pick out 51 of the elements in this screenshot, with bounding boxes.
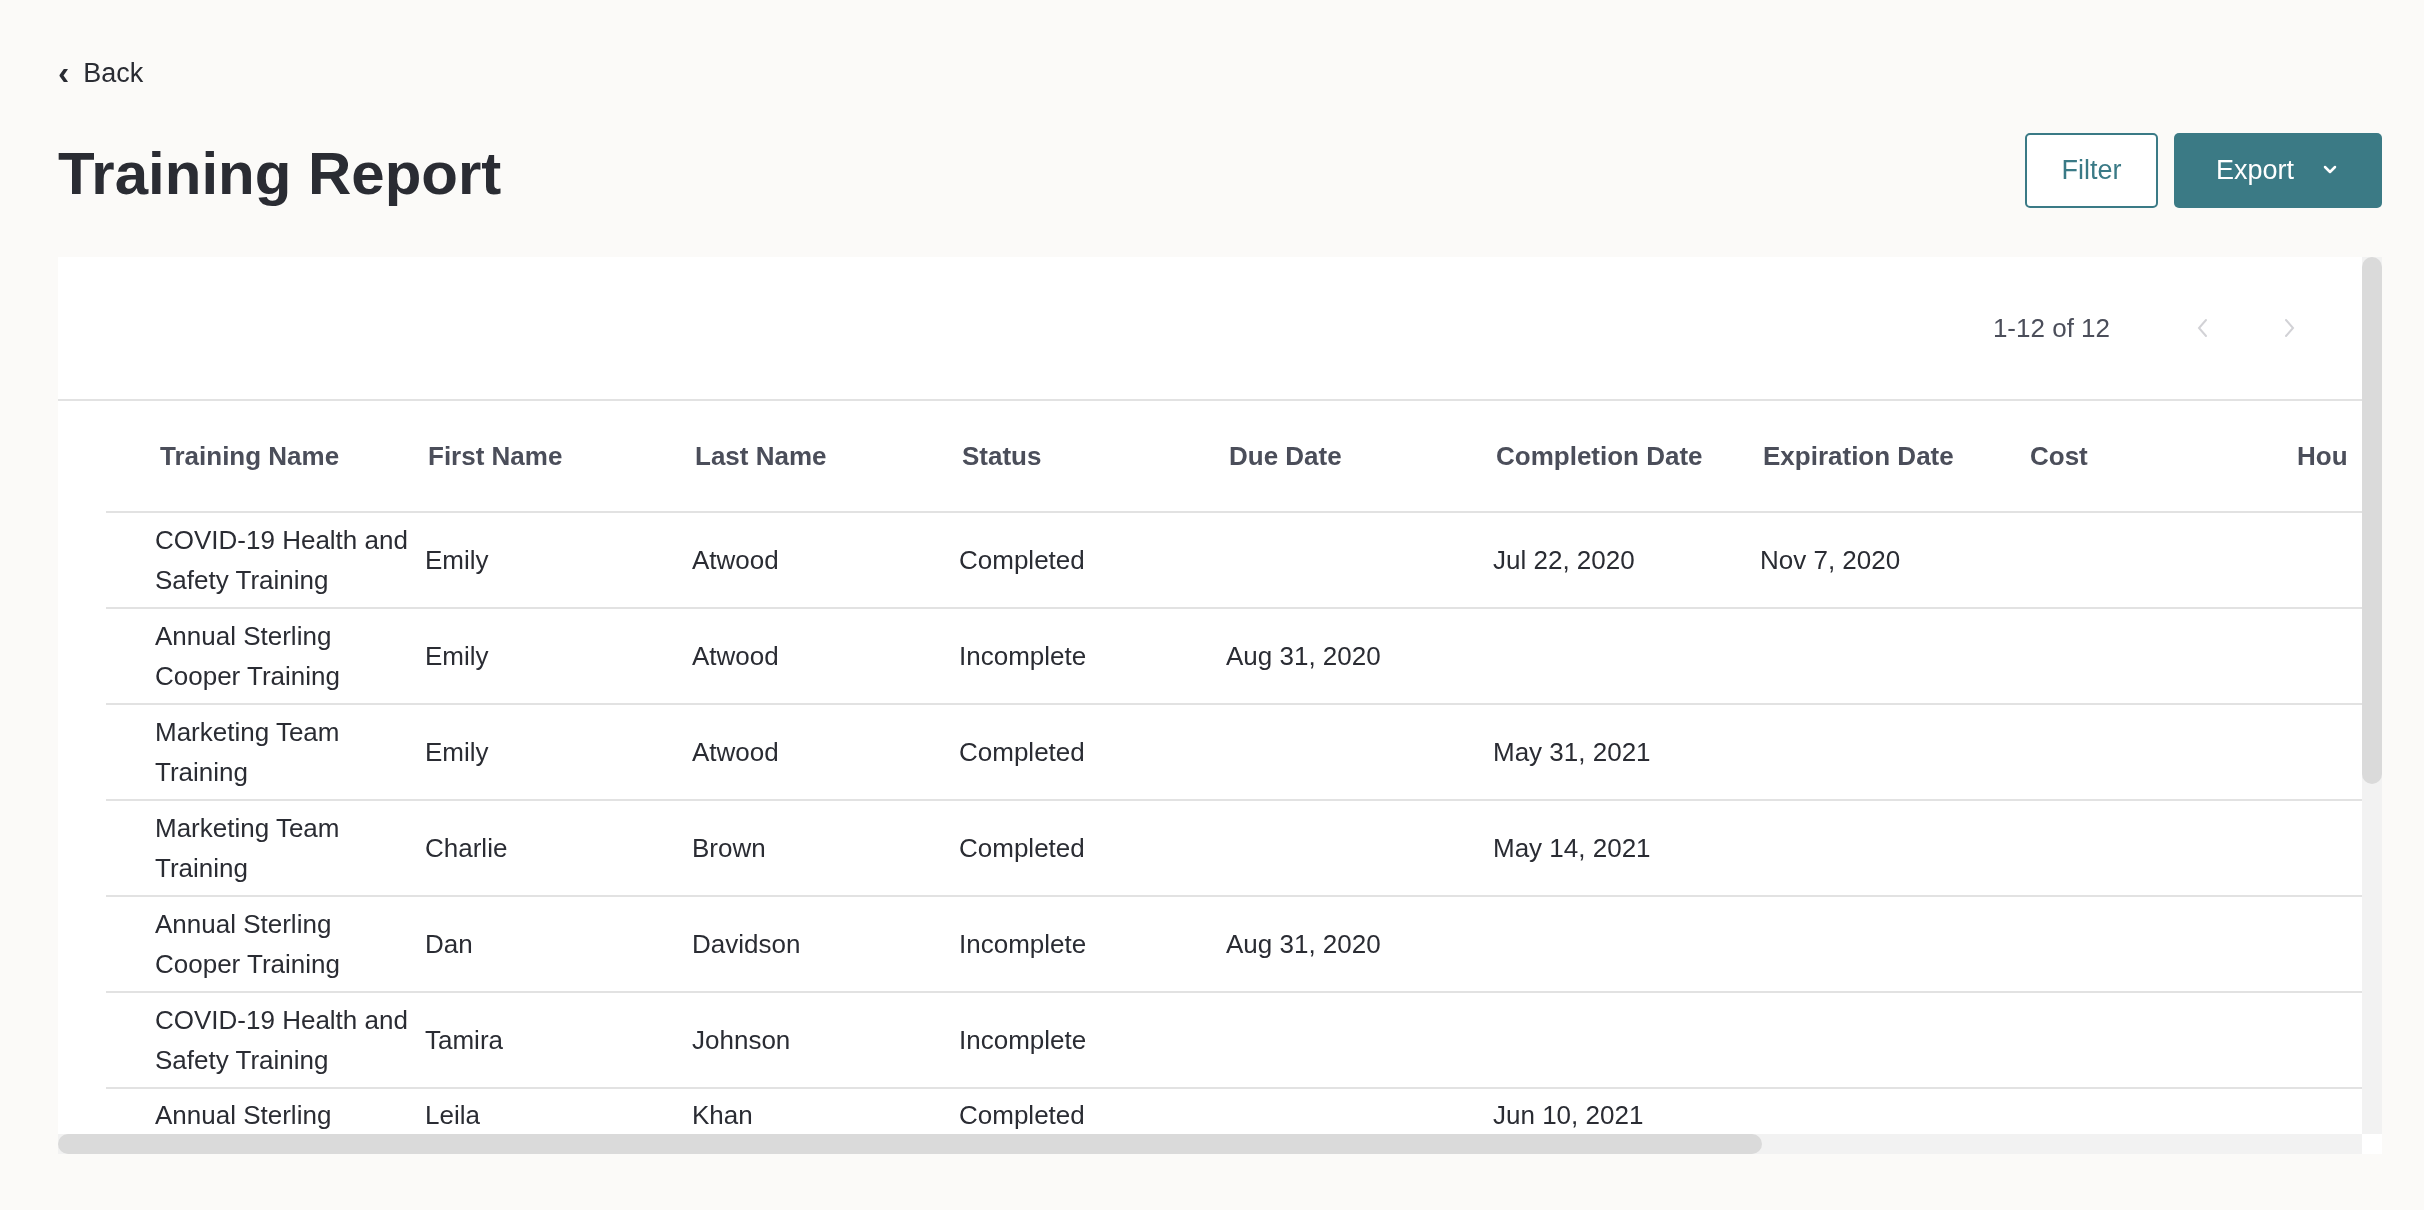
table-cell-text: COVID-19 Health and Safety Training — [155, 1004, 409, 1077]
column-header[interactable]: Completion Date — [1493, 440, 1760, 472]
table-cell: Emily — [425, 737, 489, 767]
table-cell: Dan — [425, 929, 473, 959]
table-cell-text: COVID-19 Health and Safety Training — [155, 524, 409, 597]
column-header[interactable]: Hou — [2294, 440, 2362, 472]
table-cell: Davidson — [692, 929, 801, 959]
table-cell: Incomplete — [959, 641, 1087, 671]
table-cell: Brown — [692, 833, 766, 863]
column-header[interactable]: Training Name — [106, 440, 425, 472]
column-header[interactable]: Status — [959, 440, 1226, 472]
table-cell: Atwood — [692, 641, 779, 671]
table-cell: Leila — [425, 1100, 480, 1130]
table-cell: Johnson — [692, 1025, 791, 1055]
table-cell: May 31, 2021 — [1493, 737, 1651, 767]
table-cell: Charlie — [425, 833, 508, 863]
table-cell: Atwood — [692, 737, 779, 767]
table-cell: Completed — [959, 1100, 1085, 1130]
column-header[interactable]: Due Date — [1226, 440, 1493, 472]
table-cell: Jun 10, 2021 — [1493, 1100, 1644, 1130]
table-cell: Aug 31, 2020 — [1226, 641, 1381, 671]
table-cell: Completed — [959, 737, 1085, 767]
table-cell-text: Annual Sterling — [155, 1099, 333, 1132]
table-cell: Incomplete — [959, 1025, 1087, 1055]
table-cell: Emily — [425, 545, 489, 575]
table-cell-text: Marketing Team Training — [155, 812, 341, 885]
column-header[interactable]: First Name — [425, 440, 692, 472]
table-cell-text: Marketing Team Training — [155, 716, 341, 789]
table-cell: Aug 31, 2020 — [1226, 929, 1381, 959]
table-cell-text: Annual Sterling Cooper Training — [155, 620, 341, 693]
table-cell: Completed — [959, 545, 1085, 575]
horizontal-scrollbar[interactable] — [58, 1134, 2362, 1154]
column-header[interactable]: Cost — [2027, 440, 2294, 472]
vertical-scrollbar[interactable] — [2362, 257, 2382, 1134]
table-cell: Jul 22, 2020 — [1493, 545, 1635, 575]
table-cell-text: Annual Sterling Cooper Training — [155, 908, 341, 981]
page-title: Training Report — [58, 138, 502, 208]
column-header[interactable]: Last Name — [692, 440, 959, 472]
table-cell: Incomplete — [959, 929, 1087, 959]
column-header[interactable]: Expiration Date — [1760, 440, 2027, 472]
table-cell: Tamira — [425, 1025, 503, 1055]
page-range: 1-12 of 12 — [1992, 312, 2110, 344]
export-button[interactable]: Export — [2174, 132, 2382, 208]
table-cell: Completed — [959, 833, 1085, 863]
table-cell: Nov 7, 2020 — [1760, 545, 1901, 575]
table-cell: Emily — [425, 641, 489, 671]
caret-icon — [2322, 165, 2338, 175]
table-cell: Atwood — [692, 545, 779, 575]
table-cell: May 14, 2021 — [1493, 833, 1651, 863]
filter-button[interactable]: Filter — [2025, 132, 2158, 208]
table-cell: Khan — [692, 1100, 753, 1130]
